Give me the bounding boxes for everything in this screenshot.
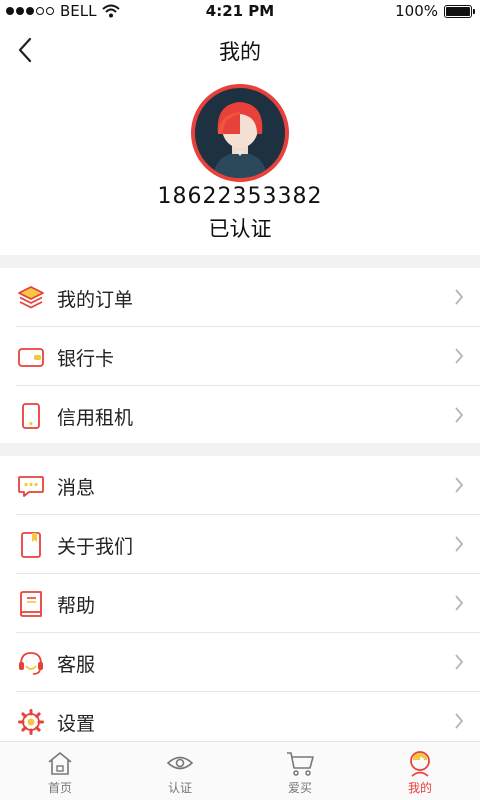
tab-shop[interactable]: 爱买	[240, 742, 360, 800]
cart-icon	[287, 752, 314, 776]
menu-item-orders[interactable]: 我的订单	[0, 268, 480, 327]
menu-label: 设置	[57, 713, 96, 735]
profile-icon	[410, 751, 430, 777]
menu-label: 我的订单	[57, 289, 134, 311]
chevron-right-icon	[455, 477, 464, 493]
tab-bar: 首页 认证 爱买 我的	[0, 741, 480, 800]
chevron-right-icon	[455, 348, 464, 364]
menu-label: 关于我们	[57, 536, 134, 558]
menu-label: 帮助	[57, 595, 96, 617]
bank-card-wallet-icon	[18, 348, 44, 367]
menu-item-phone-rental[interactable]: 信用租机	[0, 386, 480, 445]
tab-label: 我的	[407, 781, 432, 795]
menu-item-bank-card[interactable]: 银行卡	[0, 327, 480, 386]
section-spacer	[0, 255, 480, 268]
help-book-icon	[20, 591, 42, 617]
page-title: 我的	[219, 40, 261, 64]
chevron-right-icon	[455, 713, 464, 729]
menu-label: 客服	[57, 654, 96, 676]
menu-item-messages[interactable]: 消息	[0, 456, 480, 515]
menu-item-customer-service[interactable]: 客服	[0, 633, 480, 692]
phone-number: 18622353382	[157, 184, 323, 209]
gear-icon	[18, 709, 44, 735]
verification-status: 已认证	[208, 217, 272, 241]
headset-icon	[19, 652, 43, 675]
home-icon	[48, 752, 72, 775]
section-spacer	[0, 443, 480, 456]
message-bubble-icon	[18, 476, 44, 497]
orders-layers-icon	[18, 286, 44, 309]
chevron-right-icon	[455, 595, 464, 611]
avatar[interactable]	[191, 84, 289, 182]
menu-item-help[interactable]: 帮助	[0, 574, 480, 633]
status-bar: BELL 4:21 PM 100%	[0, 0, 480, 22]
tab-label: 爱买	[287, 781, 312, 795]
status-right: 100%	[395, 2, 475, 20]
chevron-right-icon	[455, 536, 464, 552]
battery-icon	[444, 4, 475, 18]
tab-label: 认证	[167, 781, 192, 795]
battery-percent: 100%	[395, 2, 438, 20]
about-book-icon	[21, 532, 41, 558]
tab-home[interactable]: 首页	[0, 742, 120, 800]
chevron-right-icon	[455, 289, 464, 305]
tab-verify[interactable]: 认证	[120, 742, 240, 800]
menu-label: 银行卡	[57, 348, 115, 370]
profile-header: 18622353382 已认证	[0, 80, 480, 255]
menu-label: 信用租机	[57, 407, 134, 429]
chevron-right-icon	[455, 407, 464, 423]
tab-mine[interactable]: 我的	[360, 742, 480, 800]
tab-label: 首页	[47, 781, 72, 795]
phone-rental-icon	[22, 403, 40, 429]
nav-bar: 我的	[0, 22, 480, 78]
menu-label: 消息	[57, 477, 96, 499]
chevron-right-icon	[455, 654, 464, 670]
menu-item-about-us[interactable]: 关于我们	[0, 515, 480, 574]
eye-icon	[166, 756, 194, 770]
